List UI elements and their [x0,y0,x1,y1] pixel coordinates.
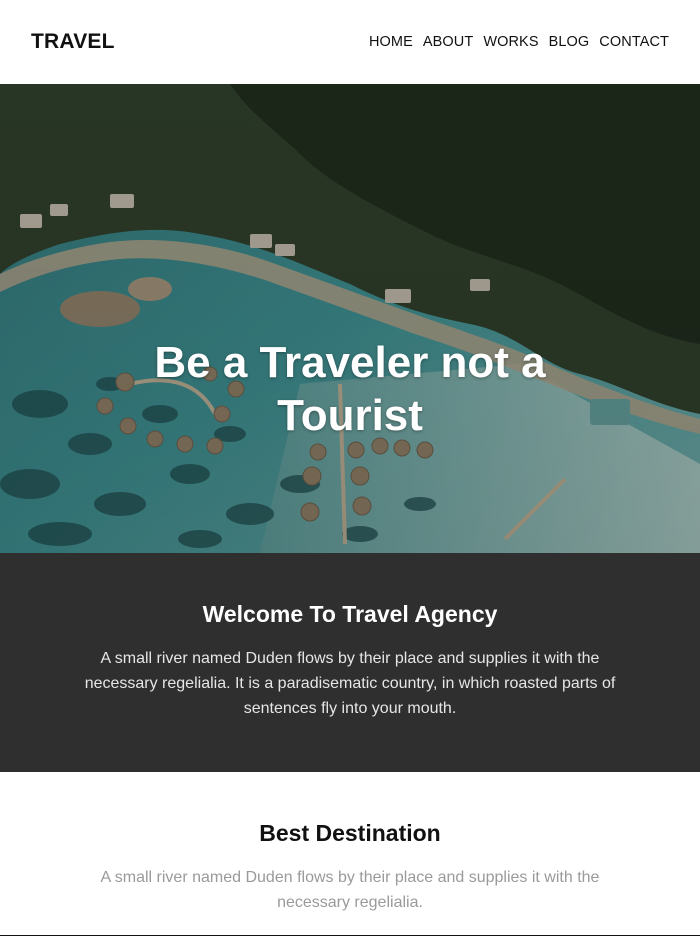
nav-blog-link[interactable]: BLOG [549,34,590,50]
site-header: TRAVEL HOME ABOUT WORKS BLOG CONTACT [0,0,700,84]
nav-works-link[interactable]: WORKS [483,34,538,50]
site-logo[interactable]: TRAVEL [31,30,115,54]
welcome-text: A small river named Duden flows by their… [84,650,616,717]
hero-background-image [0,84,700,553]
nav-contact-link[interactable]: CONTACT [599,34,669,50]
destination-section: Best Destination A small river named Dud… [0,772,700,936]
destination-text: A small river named Duden flows by their… [100,869,600,911]
main-nav: HOME ABOUT WORKS BLOG CONTACT [369,34,669,50]
nav-home-link[interactable]: HOME [369,34,413,50]
nav-about-link[interactable]: ABOUT [423,34,473,50]
hero-title: Be a Traveler not a Tourist [154,338,546,440]
destination-title: Best Destination [259,820,441,846]
welcome-title: Welcome To Travel Agency [202,601,498,627]
welcome-section: Welcome To Travel Agency A small river n… [0,553,700,772]
hero-section: Be a Traveler not a Tourist [0,84,700,553]
